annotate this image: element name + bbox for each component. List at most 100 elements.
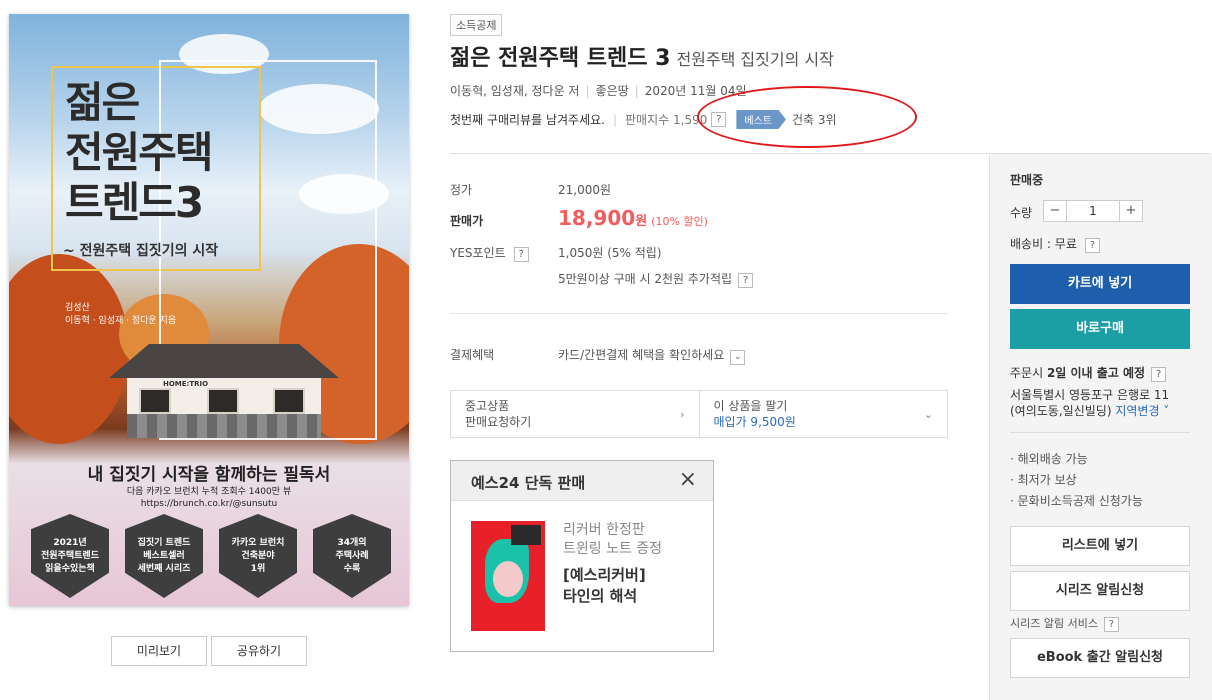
cover-tagline-small-line: https://brunch.co.kr/@sunsutu bbox=[140, 499, 278, 509]
series-alert-service-text: 시리즈 알림 서비스 bbox=[1010, 617, 1098, 630]
extra-point-text: 5만원이상 구매 시 2천원 추가적립 bbox=[558, 272, 733, 286]
quantity-label: 수량 bbox=[1010, 206, 1033, 220]
sale-price-value: 18,900 bbox=[558, 206, 636, 230]
series-alert-service: 시리즈 알림 서비스? bbox=[1010, 615, 1119, 632]
exclusive-promo-text: 리커버 한정판 트윈링 노트 증정 bbox=[563, 521, 662, 559]
cover-badge: 집짓기 트렌드 베스트셀러 세번째 시리즈 bbox=[125, 514, 203, 598]
add-to-cart-button[interactable]: 카트에 넣기 bbox=[1010, 264, 1190, 304]
chevron-down-icon[interactable]: ⌄ bbox=[730, 350, 746, 365]
cover-title-line: 전원주택 bbox=[65, 128, 214, 177]
help-icon[interactable]: ? bbox=[1151, 367, 1167, 382]
publisher-link[interactable]: 좋은땅 bbox=[596, 84, 629, 98]
product-title-main: 젊은 전원주택 트렌드 3 bbox=[450, 46, 671, 71]
help-icon[interactable]: ? bbox=[1084, 238, 1100, 253]
cover-title-line: 젊은 bbox=[65, 78, 140, 127]
highlight-annotation-circle bbox=[697, 86, 917, 148]
quantity-minus-button[interactable]: − bbox=[1044, 201, 1066, 221]
chevron-right-icon: › bbox=[680, 408, 685, 421]
help-icon[interactable]: ? bbox=[738, 273, 754, 288]
payment-benefit-label: 결제혜택 bbox=[450, 348, 495, 362]
income-deduction-badge: 소득공제 bbox=[450, 14, 503, 36]
help-icon[interactable]: ? bbox=[1103, 617, 1119, 632]
extra-point: 5만원이상 구매 시 2천원 추가적립? bbox=[558, 270, 754, 288]
share-button[interactable]: 공유하기 bbox=[211, 636, 307, 666]
delivery-address-line: 서울특별시 영등포구 은행로 11 bbox=[1010, 388, 1170, 402]
quantity-input[interactable]: 1 bbox=[1066, 201, 1120, 221]
cover-title-line: 트렌드3 bbox=[65, 178, 204, 227]
cover-authors: 김성산 이동혁 · 임성재 · 정다운 지음 bbox=[65, 302, 176, 328]
delivery-estimate: 주문시 2일 이내 출고 예정? bbox=[1010, 364, 1167, 382]
cover-badges: 2021년 전원주택트렌드 읽을수있는책 집짓기 트렌드 베스트셀러 세번째 시… bbox=[31, 514, 391, 598]
sales-index: 판매지수 1,590 bbox=[625, 113, 708, 127]
cover-authors-names: 이동혁 · 임성재 · 정다운 지음 bbox=[65, 316, 177, 326]
quantity-stepper: − 1 + bbox=[1043, 200, 1143, 222]
used-sale-request-line: 중고상품 bbox=[465, 399, 510, 413]
exclusive-promo-line: 리커버 한정판 bbox=[563, 522, 645, 538]
buy-now-button[interactable]: 바로구매 bbox=[1010, 309, 1190, 349]
benefit-item: · 최저가 보상 bbox=[1010, 473, 1077, 487]
product-subtitle: 전원주택 집짓기의 시작 bbox=[676, 50, 834, 69]
benefit-item: · 해외배송 가능 bbox=[1010, 452, 1088, 466]
change-region-link[interactable]: 지역변경 ˅ bbox=[1115, 404, 1169, 418]
exclusive-book-title-link[interactable]: [예스리커버] 타인의 해석 bbox=[563, 565, 646, 607]
used-sale-request-button[interactable]: 중고상품 판매요청하기 › bbox=[451, 391, 699, 437]
cover-badge: 34개의 주택사례 수록 bbox=[313, 514, 391, 598]
cover-tagline: 내 집짓기 시작을 함께하는 필독서 bbox=[87, 465, 331, 485]
divider bbox=[450, 313, 948, 314]
payment-benefit[interactable]: 카드/간편결제 혜택을 확인하세요 ⌄ bbox=[558, 346, 746, 365]
cover-house-illustration: HOME:TRIO bbox=[109, 344, 339, 444]
payment-benefit-text: 카드/간편결제 혜택을 확인하세요 bbox=[558, 348, 725, 362]
quantity-plus-button[interactable]: + bbox=[1120, 201, 1142, 221]
sell-this-item-line: 이 상품을 팔기 bbox=[713, 399, 788, 413]
used-goods-box: 중고상품 판매요청하기 › 이 상품을 팔기 매입가 9,500원 ⌄ bbox=[450, 390, 948, 438]
book-cover-image[interactable]: 젊은 전원주택 트렌드3 ~ 전원주택 집짓기의 시작 김성산 이동혁 · 임성… bbox=[9, 14, 409, 606]
used-sale-request-line: 판매요청하기 bbox=[465, 415, 532, 429]
cover-tagline-small-line: 다음 카카오 브런치 누적 조회수 1400만 뷰 bbox=[126, 487, 292, 497]
delivery-prefix: 주문시 bbox=[1010, 366, 1047, 380]
authors-link[interactable]: 이동혁, 임성재, 정다운 저 bbox=[450, 84, 579, 98]
cover-tagline-small: 다음 카카오 브런치 누적 조회수 1400만 뷰 https://brunch… bbox=[9, 486, 409, 510]
exclusive-book-title-line: 타인의 해석 bbox=[563, 587, 638, 605]
cover-authors-label: 김성산 bbox=[65, 303, 90, 313]
cover-house-sign: HOME:TRIO bbox=[163, 380, 209, 388]
list-price-value: 21,000원 bbox=[558, 183, 612, 197]
review-prompt-link[interactable]: 첫번째 구매리뷰를 남겨주세요. bbox=[450, 111, 605, 128]
buyback-price: 매입가 9,500원 bbox=[713, 415, 796, 429]
benefit-item: · 문화비소득공제 신청가능 bbox=[1010, 494, 1143, 508]
delivery-address: (여의도동,일신빌딩) 지역변경 ˅ bbox=[1010, 402, 1169, 419]
sale-price-unit: 원 bbox=[635, 214, 648, 229]
cover-title: 젊은 전원주택 트렌드3 bbox=[65, 78, 214, 228]
delivery-address-line: (여의도동,일신빌딩) bbox=[1010, 404, 1116, 418]
divider bbox=[1010, 432, 1190, 433]
recover-book-thumbnail[interactable] bbox=[471, 521, 545, 631]
shipping-fee-text: 배송비 : 무료 bbox=[1010, 237, 1077, 251]
cover-badge: 2021년 전원주택트렌드 읽을수있는책 bbox=[31, 514, 109, 598]
delivery-eta: 2일 이내 출고 예정 bbox=[1046, 366, 1146, 380]
chevron-down-icon: ⌄ bbox=[923, 408, 933, 421]
add-to-wishlist-button[interactable]: 리스트에 넣기 bbox=[1010, 526, 1190, 566]
sale-price-label: 판매가 bbox=[450, 214, 484, 228]
close-icon[interactable]: × bbox=[679, 467, 697, 492]
series-alert-button[interactable]: 시리즈 알림신청 bbox=[1010, 571, 1190, 611]
sale-price: 18,900원 (10% 할인) bbox=[558, 206, 708, 230]
yes-point-value: 1,050원 (5% 적립) bbox=[558, 246, 662, 260]
preview-button[interactable]: 미리보기 bbox=[111, 636, 207, 666]
help-icon[interactable]: ? bbox=[513, 247, 529, 262]
yes-point-label-text: YES포인트 bbox=[450, 246, 506, 260]
product-title: 젊은 전원주택 트렌드 3 전원주택 집짓기의 시작 bbox=[450, 40, 834, 72]
purchase-panel: 판매중 수량 − 1 + 배송비 : 무료? 카트에 넣기 바로구매 주문시 2… bbox=[989, 154, 1212, 700]
list-price-label: 정가 bbox=[450, 183, 473, 197]
shipping-fee: 배송비 : 무료? bbox=[1010, 235, 1100, 253]
cover-badge: 카카오 브런치 건축분야 1위 bbox=[219, 514, 297, 598]
yes-point-label: YES포인트? bbox=[450, 244, 529, 262]
exclusive-promo-line: 트윈링 노트 증정 bbox=[563, 541, 663, 557]
exclusive-sale-popup: 예스24 단독 판매 × 리커버 한정판 트윈링 노트 증정 [예스리커버] 타… bbox=[450, 460, 714, 652]
sale-discount: (10% 할인) bbox=[651, 215, 708, 228]
cover-subtitle: ~ 전원주택 집짓기의 시작 bbox=[63, 243, 219, 259]
exclusive-sale-title: 예스24 단독 판매 bbox=[471, 474, 586, 492]
exclusive-sale-header: 예스24 단독 판매 × bbox=[451, 461, 713, 501]
product-meta: 이동혁, 임성재, 정다운 저 | 좋은땅 | 2020년 11월 04일 bbox=[450, 84, 747, 98]
sell-this-item-button[interactable]: 이 상품을 팔기 매입가 9,500원 ⌄ bbox=[698, 391, 948, 437]
sale-status: 판매중 bbox=[1010, 173, 1044, 187]
ebook-alert-button[interactable]: eBook 출간 알림신청 bbox=[1010, 638, 1190, 678]
